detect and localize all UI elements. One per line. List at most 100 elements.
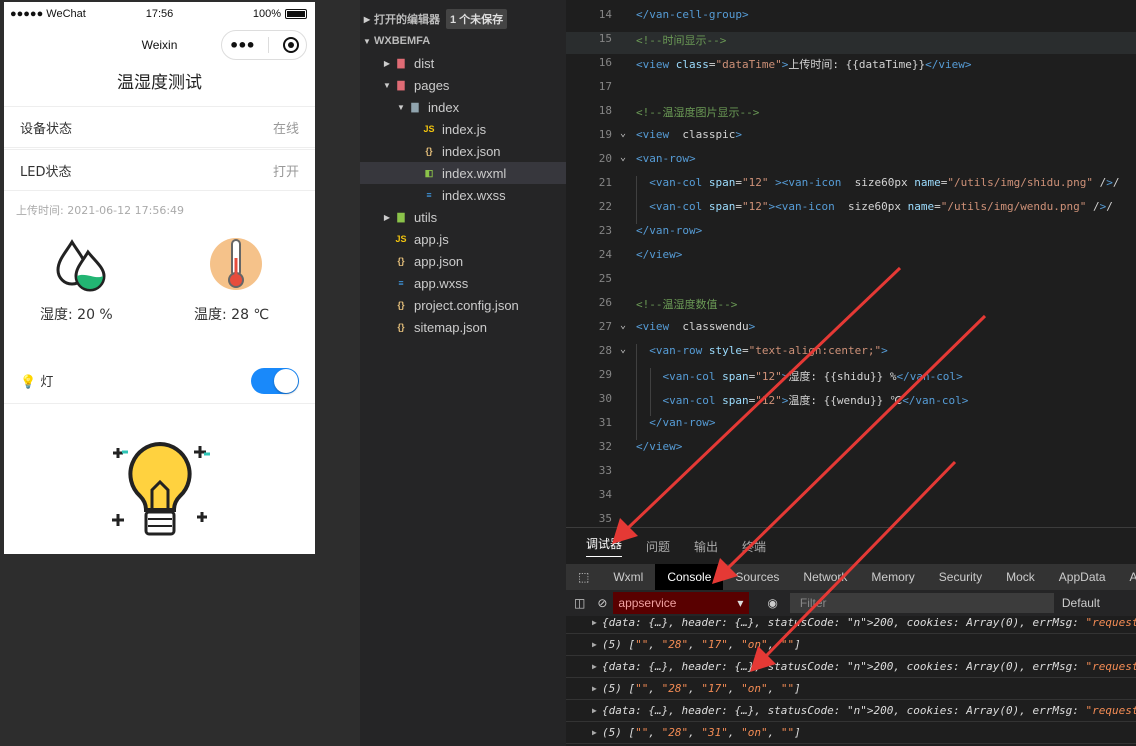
tab-network[interactable]: Network bbox=[791, 570, 859, 584]
code-line[interactable]: </view> bbox=[636, 440, 682, 453]
code-line[interactable]: <!--时间显示--> bbox=[636, 32, 726, 48]
code-line[interactable]: <van-col span="12">湿度: {{shidu}} %</van-… bbox=[636, 368, 963, 384]
tab-wxml[interactable]: Wxml bbox=[601, 570, 655, 584]
line-number: 29 bbox=[598, 368, 612, 381]
code-line[interactable]: </van-row> bbox=[636, 224, 702, 237]
page-title: 温湿度测试 bbox=[117, 73, 202, 93]
indent-guide bbox=[636, 176, 637, 224]
explorer-item-label: dist bbox=[414, 55, 435, 71]
explorer-item-index-json[interactable]: {} index.json bbox=[360, 140, 566, 162]
explorer-item-label: app.js bbox=[414, 231, 449, 247]
log-text: {data: {…}, header: {…}, statusCode: "n"… bbox=[602, 704, 1136, 717]
tab-problems[interactable]: 问题 bbox=[646, 538, 670, 555]
expand-triangle-icon[interactable]: ▶ bbox=[592, 728, 597, 737]
close-miniprogram-icon[interactable] bbox=[282, 37, 299, 53]
tab-terminal[interactable]: 终端 bbox=[742, 538, 766, 555]
expand-triangle-icon[interactable]: ▶ bbox=[592, 706, 597, 715]
fold-chevron-icon[interactable]: ⌄ bbox=[620, 344, 626, 355]
led-status-value: 打开 bbox=[272, 164, 299, 180]
code-line[interactable]: <!--温湿度图片显示--> bbox=[636, 104, 759, 120]
code-line[interactable]: <!--温湿度数值--> bbox=[636, 296, 737, 312]
console-log-entry[interactable]: ▶ {data: {…}, header: {…}, statusCode: "n… bbox=[566, 656, 1136, 678]
eye-icon[interactable]: ◉ bbox=[767, 596, 777, 610]
explorer-item-app-wxss[interactable]: ≡ app.wxss bbox=[360, 272, 566, 294]
tab-security[interactable]: Security bbox=[927, 570, 994, 584]
explorer-item-pages[interactable]: ▼ ▇ pages bbox=[360, 74, 566, 96]
console-log-entry[interactable]: ▶ (5) ["", "28", "31", "on", ""] bbox=[566, 722, 1136, 744]
explorer-item-index-wxml[interactable]: ◧ index.wxml bbox=[360, 162, 566, 184]
explorer-item-utils[interactable]: ▶ ▇ utils bbox=[360, 206, 566, 228]
explorer-item-label: app.wxss bbox=[414, 275, 469, 291]
filter-input[interactable]: Filter bbox=[789, 593, 1054, 613]
open-editors-section[interactable]: ▶ 打开的编辑器 1 个未保存 bbox=[360, 8, 566, 30]
console-log-entry[interactable]: ▶ (5) ["", "28", "17", "on", ""] bbox=[566, 678, 1136, 700]
explorer-item-project-config-json[interactable]: {} project.config.json bbox=[360, 294, 566, 316]
tab-appdata[interactable]: AppData bbox=[1047, 570, 1118, 584]
code-line[interactable]: <view class="dataTime">上传时间: {{dataTime}… bbox=[636, 56, 971, 72]
collapse-chevron-icon: ▶ bbox=[383, 58, 391, 68]
tab-debugger[interactable]: 调试器 bbox=[586, 535, 623, 557]
line-number: 14 bbox=[598, 8, 612, 21]
console-log-list: ▶ {data: {…}, header: {…}, statusCode: "n… bbox=[566, 616, 1136, 746]
code-line[interactable]: <view classpic> bbox=[636, 128, 742, 141]
line-number: 32 bbox=[598, 440, 612, 453]
explorer-item-app-json[interactable]: {} app.json bbox=[360, 250, 566, 272]
explorer-item-label: index bbox=[428, 99, 460, 115]
console-log-entry[interactable]: ▶ {data: {…}, header: {…}, statusCode: "n… bbox=[566, 700, 1136, 722]
explorer-item-index-wxss[interactable]: ≡ index.wxss bbox=[360, 184, 566, 206]
fold-chevron-icon[interactable]: ⌄ bbox=[620, 152, 626, 163]
line-number: 35 bbox=[598, 512, 612, 525]
lamp-switch[interactable] bbox=[251, 367, 299, 394]
battery-percent: 100% bbox=[252, 8, 281, 20]
tab-console[interactable]: Console bbox=[655, 564, 724, 590]
context-select[interactable]: appservice bbox=[613, 592, 750, 614]
tab-memory[interactable]: Memory bbox=[859, 570, 926, 584]
explorer-item-index[interactable]: ▼ ▇ index bbox=[360, 96, 566, 118]
code-line[interactable]: </van-row> bbox=[636, 416, 715, 429]
folder-icon: ▇ bbox=[397, 211, 405, 222]
expand-triangle-icon[interactable]: ▶ bbox=[592, 662, 597, 671]
explorer-item-label: sitemap.json bbox=[414, 319, 487, 335]
explorer-item-app-js[interactable]: JS app.js bbox=[360, 228, 566, 250]
fold-chevron-icon[interactable]: ⌄ bbox=[620, 320, 626, 331]
line-number: 33 bbox=[598, 464, 612, 477]
code-line[interactable]: <van-row style="text-align:center;"> bbox=[636, 344, 887, 357]
line-number: 17 bbox=[598, 80, 612, 93]
code-line[interactable]: <van-col span="12">温度: {{wendu}} ℃</van-… bbox=[636, 392, 969, 408]
tab-output[interactable]: 输出 bbox=[694, 538, 718, 555]
clear-console-icon[interactable]: ⊘ bbox=[597, 596, 607, 610]
devtools-tabs: ⬚ Wxml Console Sources Network Memory Se… bbox=[566, 564, 1136, 590]
code-editor[interactable]: 14 </van-cell-group> 15 <!--时间显示--> 16 <view … bbox=[566, 0, 1136, 527]
json-file-icon: {} bbox=[397, 256, 405, 266]
explorer-item-sitemap-json[interactable]: {} sitemap.json bbox=[360, 316, 566, 338]
code-line[interactable]: <van-row> bbox=[636, 152, 696, 165]
tab-sources[interactable]: Sources bbox=[723, 570, 791, 584]
more-icon[interactable]: ••• bbox=[229, 36, 256, 55]
console-log-entry[interactable]: ▶ {data: {…}, header: {…}, statusCode: "n… bbox=[566, 612, 1136, 634]
code-line[interactable]: <view classwendu> bbox=[636, 320, 755, 333]
expand-triangle-icon[interactable]: ▶ bbox=[592, 640, 597, 649]
console-log-entry[interactable]: ▶ (5) ["", "28", "17", "on", ""] bbox=[566, 634, 1136, 656]
tab-more[interactable]: A bbox=[1118, 570, 1136, 584]
open-editors-label: 打开的编辑器 bbox=[374, 14, 440, 26]
inspect-icon[interactable]: ⬚ bbox=[566, 570, 601, 584]
line-number: 21 bbox=[598, 176, 612, 189]
project-section[interactable]: ▼ WXBEMFA bbox=[360, 30, 566, 52]
expand-triangle-icon[interactable]: ▶ bbox=[592, 618, 597, 627]
line-number: 19 bbox=[598, 128, 612, 141]
tab-mock[interactable]: Mock bbox=[994, 570, 1047, 584]
fold-chevron-icon[interactable]: ⌄ bbox=[620, 128, 626, 139]
explorer-item-dist[interactable]: ▶ ▇ dist bbox=[360, 52, 566, 74]
expand-triangle-icon[interactable]: ▶ bbox=[592, 684, 597, 693]
wxss-file-icon: ≡ bbox=[426, 190, 432, 200]
sidebar-toggle-icon[interactable]: ◫ bbox=[574, 596, 585, 610]
code-line[interactable]: <van-col span="12"><van-icon size60px na… bbox=[636, 200, 1113, 213]
line-number: 23 bbox=[598, 224, 612, 237]
explorer-item-index-js[interactable]: JS index.js bbox=[360, 118, 566, 140]
log-level-select[interactable]: Default bbox=[1062, 596, 1100, 610]
folder-icon: ▇ bbox=[411, 101, 419, 112]
code-line[interactable]: </view> bbox=[636, 248, 682, 261]
code-line[interactable]: <van-col span="12" ><van-icon size60px n… bbox=[636, 176, 1119, 189]
code-line[interactable]: </van-cell-group> bbox=[636, 8, 749, 21]
phone-screen: ●●●●● WeChat 17:56 100% Weixin ••• 温湿度测试… bbox=[4, 2, 315, 554]
